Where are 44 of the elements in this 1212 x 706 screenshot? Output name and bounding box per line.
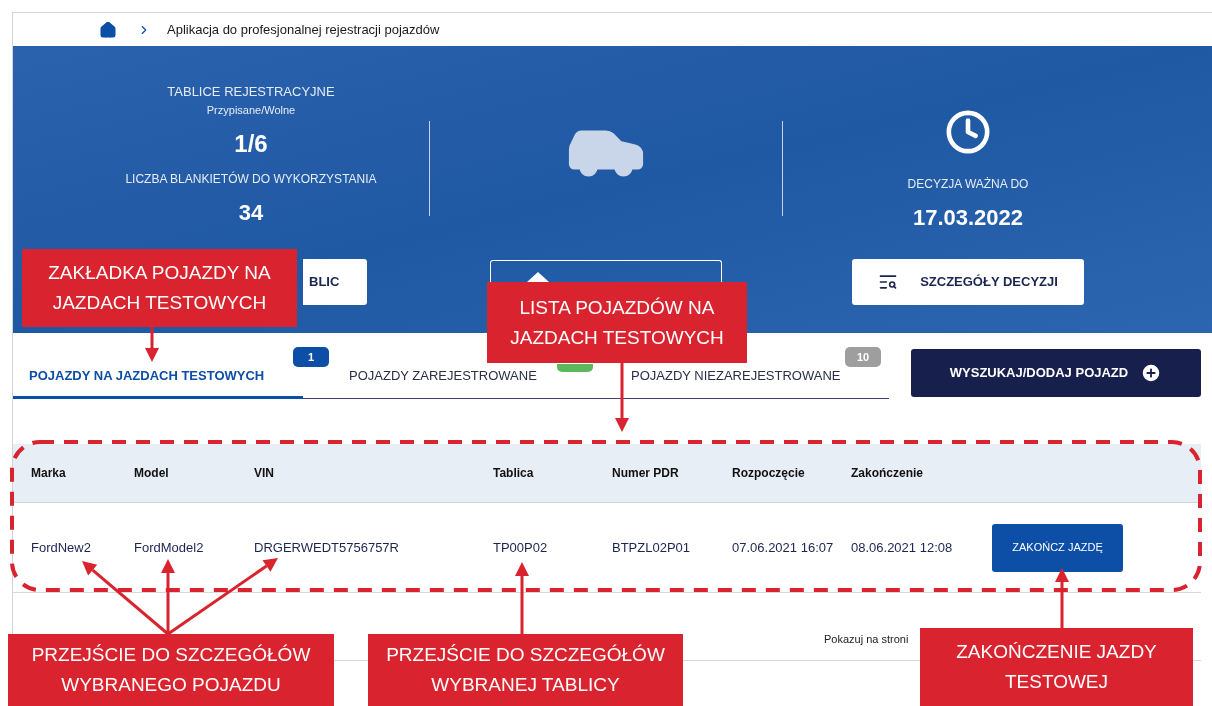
stat-value: 17.03.2022: [912, 204, 1024, 232]
table-cell-text: 08.06.2021 12:08: [851, 538, 954, 557]
clock-icon: [945, 109, 991, 155]
annotation-callout: PRZEJŚCIE DO SZCZEGÓŁÓW WYBRANEJ TABLICY: [368, 634, 683, 706]
annotation-callout: ZAKŁADKA POJAZDY NA JAZDACH TESTOWYCH: [22, 249, 297, 327]
search-add-vehicle-button[interactable]: WYSZUKAJ/DODAJ POJAZD: [911, 349, 1201, 397]
page-size-label: Pokazuj na stroni: [824, 633, 909, 645]
stat-title: DECYZJA WAŻNA DO: [907, 176, 1029, 193]
annotation-arrow: [515, 562, 529, 634]
decision-details-button[interactable]: SZCZEGÓŁY DECYZJI: [852, 259, 1084, 305]
table-cell[interactable]: TP00P02: [493, 537, 612, 558]
stat-value: 34: [238, 199, 264, 227]
annotation-callout: LISTA POJAZDÓW NA JAZDACH TESTOWYCH: [487, 282, 747, 363]
home-roof-icon: [527, 272, 549, 282]
column-header: Rozpoczęcie: [732, 465, 806, 482]
plus-circle-icon: [1140, 362, 1163, 384]
annotation-arrow: [145, 327, 159, 362]
count-badge: 10: [845, 347, 881, 367]
annotation-arrow: [1055, 568, 1069, 628]
stat-title: TABLICE REJESTRACYJNE: [167, 83, 335, 101]
table-cell-text: BTPZL02P01: [612, 538, 692, 557]
breadcrumb-title[interactable]: Aplikacja do profesjonalnej rejestracji pojazdów: [167, 19, 440, 40]
end-drive-button[interactable]: ZAKOŃCZ JAZDĘ: [992, 523, 1123, 572]
column-header: Numer PDR: [612, 465, 680, 482]
table-cell[interactable]: FordNew2: [31, 537, 134, 558]
annotation-callout: PRZEJŚCIE DO SZCZEGÓŁÓW WYBRANEGO POJAZDU: [8, 634, 334, 706]
search-list-icon: [878, 272, 899, 292]
table-cell-text: 07.06.2021 16:07: [732, 538, 835, 557]
column-header: Zakończenie: [851, 465, 925, 482]
count-badge: 1: [293, 347, 329, 367]
column-header: VIN: [254, 465, 275, 482]
column-header: Tablica: [493, 465, 535, 482]
table-cell[interactable]: DRGERWEDT5756757R: [254, 537, 493, 558]
column-header: Model: [134, 465, 170, 482]
stat-subtitle: Przypisane/Wolne: [206, 102, 296, 118]
stat-value: 1/6: [234, 129, 268, 159]
annotation-arrow: [615, 363, 629, 432]
stat-title: LICZBA BLANKIETÓW DO WYKORZYSTANIA: [125, 170, 377, 188]
home-icon[interactable]: [99, 20, 117, 39]
plates-button[interactable]: BLIC: [303, 259, 367, 305]
tab[interactable]: POJAZDY NA JAZDACH TESTOWYCH: [13, 365, 303, 399]
table-cell[interactable]: FordModel2: [134, 537, 254, 558]
annotation-callout: ZAKOŃCZENIE JAZDY TESTOWEJ: [920, 628, 1193, 706]
column-header: Marka: [31, 465, 67, 482]
